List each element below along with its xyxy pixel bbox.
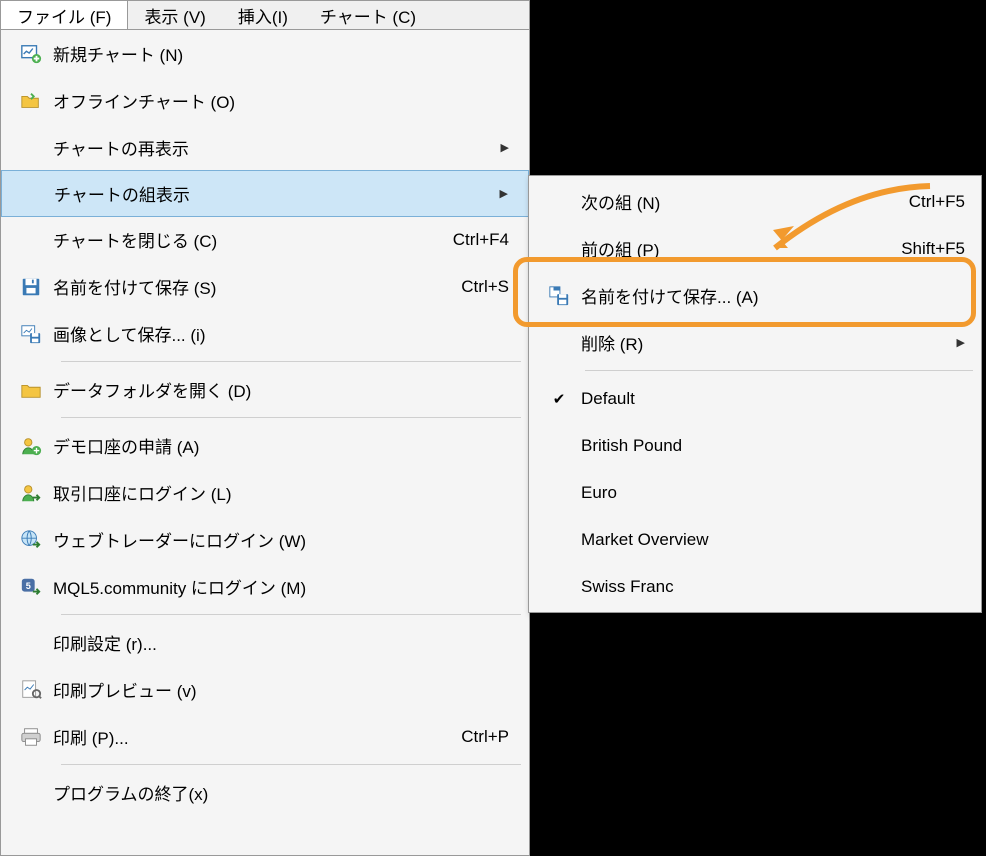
menu-item-shortcut: Ctrl+S [461,277,517,297]
menu-item-login-trade-account[interactable]: 取引口座にログイン (L) [1,469,529,516]
menu-item-exit[interactable]: プログラムの終了(x) [1,769,529,816]
menubar-item-chart[interactable]: チャート (C) [304,1,432,29]
menu-item-demo-account[interactable]: デモ口座の申請 (A) [1,422,529,469]
menu-item-print-preview[interactable]: 印刷プレビュー (v) [1,666,529,713]
menu-item-label: ウェブトレーダーにログイン (W) [53,527,517,552]
folder-icon [9,379,53,401]
submenu-item-profile-swiss-franc[interactable]: Swiss Franc [529,563,981,610]
chevron-right-icon: ▶ [501,141,517,154]
menu-item-label: データフォルダを開く (D) [53,377,517,402]
submenu-item-remove-profile[interactable]: 削除 (R) ▶ [529,319,981,366]
menu-item-close-chart[interactable]: チャートを閉じる (C) Ctrl+F4 [1,216,529,263]
chart-profiles-submenu: 次の組 (N) Ctrl+F5 前の組 (P) Shift+F5 名前を付けて保… [528,175,982,613]
menu-item-label: 取引口座にログイン (L) [53,480,517,505]
menu-item-label: 印刷 (P)... [53,724,461,749]
file-menu-dropdown: 新規チャート (N) オフラインチャート (O) チャートの再表示 ▶ チャート… [0,30,530,856]
submenu-item-shortcut: Ctrl+F5 [909,192,965,212]
user-add-icon [9,435,53,457]
menu-item-label: MQL5.community にログイン (M) [53,574,517,599]
menu-item-chart-profiles[interactable]: チャートの組表示 ▶ [1,170,529,217]
mql5-icon: 5 [9,576,53,598]
user-login-icon [9,482,53,504]
menubar-item-insert[interactable]: 挿入(I) [222,1,304,29]
menu-item-shortcut: Ctrl+F4 [453,230,517,250]
folder-open-icon [9,90,53,112]
submenu-item-label: Default [581,389,965,409]
menu-item-label: チャートを閉じる (C) [53,227,453,252]
menu-item-label: デモ口座の申請 (A) [53,433,517,458]
submenu-item-profile-default[interactable]: ✔ Default [529,375,981,422]
menubar-label: ファイル (F) [17,3,111,28]
chevron-right-icon: ▶ [500,187,516,200]
save-profile-icon [537,285,581,307]
print-icon [9,726,53,748]
menubar-label: チャート (C) [320,3,416,28]
menu-separator [61,764,521,765]
menu-item-shortcut: Ctrl+P [461,727,517,747]
submenu-item-label: 名前を付けて保存... (A) [581,283,965,308]
menu-separator [61,417,521,418]
submenu-item-label: 前の組 (P) [581,236,901,261]
menu-item-label: チャートの組表示 [54,181,500,206]
menu-item-save-as[interactable]: 名前を付けて保存 (S) Ctrl+S [1,263,529,310]
menubar: ファイル (F) 表示 (V) 挿入(I) チャート (C) [0,0,530,30]
submenu-item-prev-profile[interactable]: 前の組 (P) Shift+F5 [529,225,981,272]
menubar-item-view[interactable]: 表示 (V) [128,1,221,29]
menu-item-login-mql5[interactable]: 5 MQL5.community にログイン (M) [1,563,529,610]
new-chart-icon [9,43,53,65]
submenu-item-label: British Pound [581,436,965,456]
menu-separator [61,361,521,362]
menubar-item-file[interactable]: ファイル (F) [1,1,128,29]
menu-item-print[interactable]: 印刷 (P)... Ctrl+P [1,713,529,760]
menu-item-label: 画像として保存... (i) [53,321,517,346]
svg-text:5: 5 [26,580,31,590]
menu-item-label: プログラムの終了(x) [53,780,517,805]
menu-item-login-webtrader[interactable]: ウェブトレーダーにログイン (W) [1,516,529,563]
submenu-item-profile-british-pound[interactable]: British Pound [529,422,981,469]
menu-item-save-image[interactable]: 画像として保存... (i) [1,310,529,357]
menubar-label: 表示 (V) [144,3,205,28]
submenu-item-label: Swiss Franc [581,577,965,597]
menu-separator [61,614,521,615]
menubar-label: 挿入(I) [238,3,288,28]
submenu-item-label: 次の組 (N) [581,189,909,214]
menu-item-offline-chart[interactable]: オフラインチャート (O) [1,77,529,124]
submenu-item-label: Euro [581,483,965,503]
submenu-item-next-profile[interactable]: 次の組 (N) Ctrl+F5 [529,178,981,225]
menu-item-redisplay-chart[interactable]: チャートの再表示 ▶ [1,124,529,171]
globe-icon [9,529,53,551]
menu-item-new-chart[interactable]: 新規チャート (N) [1,30,529,77]
save-icon [9,276,53,298]
submenu-item-shortcut: Shift+F5 [901,239,965,259]
menu-item-label: 印刷設定 (r)... [53,630,517,655]
save-image-icon [9,323,53,345]
submenu-item-label: Market Overview [581,530,965,550]
submenu-item-profile-market-overview[interactable]: Market Overview [529,516,981,563]
menu-item-label: 新規チャート (N) [53,41,517,66]
menu-item-print-setup[interactable]: 印刷設定 (r)... [1,619,529,666]
menu-item-label: 名前を付けて保存 (S) [53,274,461,299]
menu-item-label: オフラインチャート (O) [53,88,517,113]
menu-item-label: チャートの再表示 [53,135,501,160]
submenu-item-save-profile-as[interactable]: 名前を付けて保存... (A) [529,272,981,319]
chevron-right-icon: ▶ [957,336,965,349]
submenu-item-label: 削除 (R) [581,330,957,355]
submenu-item-profile-euro[interactable]: Euro [529,469,981,516]
check-icon: ✔ [537,390,581,408]
print-preview-icon [9,679,53,701]
submenu-separator [585,370,973,371]
menu-item-open-data-folder[interactable]: データフォルダを開く (D) [1,366,529,413]
menu-item-label: 印刷プレビュー (v) [53,677,517,702]
